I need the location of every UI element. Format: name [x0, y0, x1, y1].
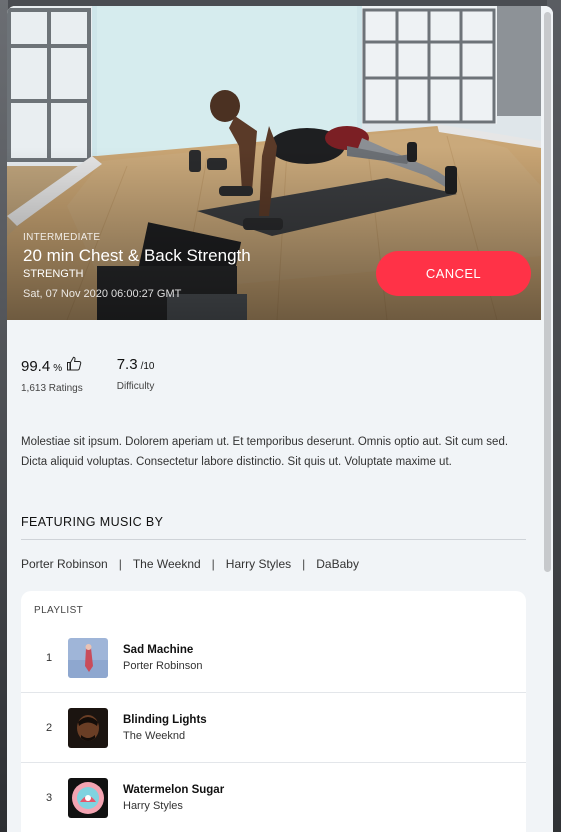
track-title: Blinding Lights [123, 713, 207, 726]
playlist-track[interactable]: 3 Watermelon Sugar Harry Styles [21, 763, 526, 832]
rating-unit: % [53, 363, 63, 374]
scrollbar-thumb[interactable] [544, 12, 551, 572]
difficulty-label: Difficulty [116, 381, 155, 392]
artist-name: Harry Styles [225, 557, 292, 571]
featuring-music-heading: FEATURING MUSIC BY [21, 515, 526, 540]
rating-count: 1,613 Ratings [21, 383, 83, 394]
class-level: INTERMEDIATE [23, 232, 101, 243]
class-description: Molestiae sit ipsum. Dolorem aperiam ut.… [21, 436, 509, 468]
track-title: Sad Machine [123, 643, 194, 656]
track-title: Watermelon Sugar [123, 783, 225, 796]
thumbs-up-icon [67, 356, 82, 371]
class-title: 20 min Chest & Back Strength [23, 246, 251, 265]
artist-separator: | [302, 557, 306, 571]
rating-value: 99.4 [21, 358, 51, 375]
difficulty-value: 7.3 [116, 356, 138, 373]
rating-stat: 99.4 % 1,613 Ratings [21, 356, 83, 394]
artist-separator: | [211, 557, 215, 571]
difficulty-stat: 7.3 /10 Difficulty [117, 356, 155, 394]
playlist-heading: PLAYLIST [34, 605, 84, 616]
playlist-track[interactable]: 2 Blinding Lights The Weeknd [21, 693, 526, 763]
class-date: Sat, 07 Nov 2020 06:00:27 GMT [23, 288, 182, 300]
class-detail-modal: INTERMEDIATE 20 min Chest & Back Strengt… [7, 6, 553, 832]
track-number: 3 [45, 791, 53, 804]
playlist: PLAYLIST 1 Sad Machine Porter Robinson 2 [21, 591, 526, 832]
album-art [68, 637, 108, 678]
hero-banner: INTERMEDIATE 20 min Chest & Back Strengt… [7, 6, 541, 320]
track-number: 2 [45, 721, 53, 734]
featured-artists: Porter Robinson | The Weeknd | Harry Sty… [21, 557, 359, 571]
class-stats: 99.4 % 1,613 Ratings 7.3 /10 Difficulty [21, 356, 188, 394]
artist-separator: | [118, 557, 122, 571]
artist-name: Porter Robinson [21, 557, 108, 571]
track-number: 1 [45, 651, 53, 664]
class-category: STRENGTH [23, 268, 84, 280]
album-art [68, 777, 108, 818]
album-art [68, 707, 108, 748]
playlist-track[interactable]: 1 Sad Machine Porter Robinson [21, 623, 526, 693]
difficulty-unit: /10 [140, 361, 155, 372]
artist-name: The Weeknd [132, 557, 201, 571]
scrollbar[interactable] [541, 6, 553, 832]
class-info: INTERMEDIATE 20 min Chest & Back Strengt… [23, 232, 251, 300]
track-artist: The Weeknd [123, 729, 186, 742]
track-artist: Harry Styles [123, 799, 183, 812]
cancel-button[interactable]: CANCEL [376, 251, 531, 296]
artist-name: DaBaby [316, 557, 359, 571]
track-artist: Porter Robinson [123, 659, 203, 672]
